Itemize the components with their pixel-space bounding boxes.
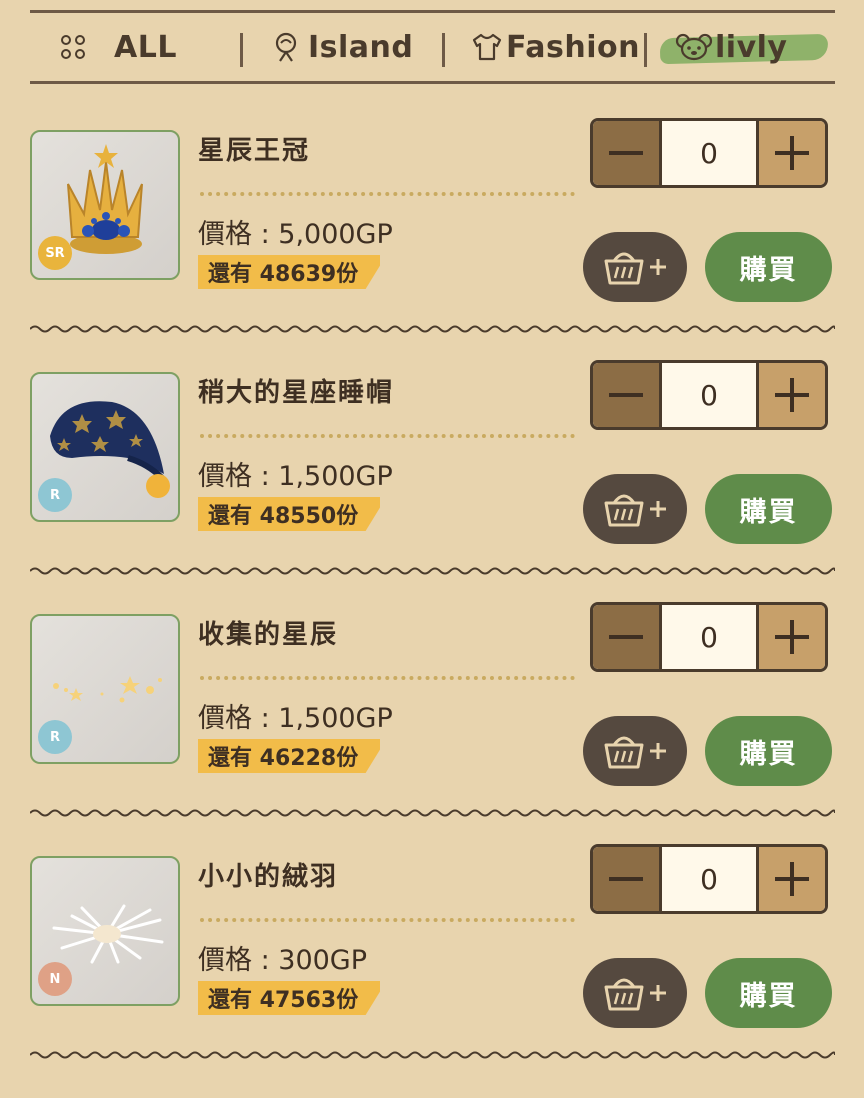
minus-icon <box>609 393 643 397</box>
tab-livly-label: livly <box>715 29 788 65</box>
quantity-value[interactable]: 0 <box>662 847 756 911</box>
tab-all-label: ALL <box>114 29 177 65</box>
increment-button[interactable] <box>756 121 825 185</box>
stock-badge: 還有 46228份 <box>198 739 381 773</box>
tab-island[interactable]: Island <box>270 13 413 81</box>
decrement-button[interactable] <box>593 363 662 427</box>
basket-plus-icon <box>604 736 666 769</box>
item-price: 價格 : 300GP <box>198 945 368 976</box>
item-thumbnail[interactable]: R <box>30 372 180 522</box>
minus-icon <box>609 151 643 155</box>
increment-button[interactable] <box>756 847 825 911</box>
buy-button[interactable]: 購買 <box>705 232 832 302</box>
shop-item: SR 星辰王冠 價格 : 5,000GP 還有 48639份 0 購買 <box>0 118 864 372</box>
category-tabbar: ALL Island Fashion livly <box>30 10 835 84</box>
quantity-stepper: 0 <box>590 118 828 188</box>
item-thumbnail[interactable]: N <box>30 856 180 1006</box>
tab-fashion-label: Fashion <box>506 29 640 65</box>
item-name: 稍大的星座睡帽 <box>198 378 395 408</box>
increment-button[interactable] <box>756 363 825 427</box>
item-thumbnail[interactable]: R <box>30 614 180 764</box>
add-to-basket-button[interactable] <box>583 474 687 544</box>
tab-all[interactable]: ALL <box>58 13 177 81</box>
livly-face-icon <box>675 32 713 62</box>
rarity-badge: R <box>38 720 72 754</box>
basket-plus-icon <box>604 978 666 1011</box>
item-name: 星辰王冠 <box>198 136 311 166</box>
tab-divider <box>644 33 647 67</box>
item-thumbnail[interactable]: SR <box>30 130 180 280</box>
add-to-basket-button[interactable] <box>583 716 687 786</box>
decrement-button[interactable] <box>593 605 662 669</box>
quantity-value[interactable]: 0 <box>662 363 756 427</box>
tab-fashion[interactable]: Fashion <box>470 13 640 81</box>
tree-icon <box>270 31 302 63</box>
stock-badge: 還有 48550份 <box>198 497 381 531</box>
increment-button[interactable] <box>756 605 825 669</box>
minus-icon <box>609 877 643 881</box>
rarity-badge: N <box>38 962 72 996</box>
dotted-separator <box>200 434 575 438</box>
shop-item: R 稍大的星座睡帽 價格 : 1,500GP 還有 48550份 0 購買 <box>0 360 864 614</box>
shop-item: R 收集的星辰 價格 : 1,500GP 還有 46228份 0 購買 <box>0 602 864 856</box>
wave-divider <box>30 809 835 817</box>
tab-divider <box>442 33 445 67</box>
plus-icon <box>775 378 809 412</box>
item-name: 小小的絨羽 <box>198 862 339 892</box>
plus-icon <box>775 862 809 896</box>
item-price: 價格 : 1,500GP <box>198 703 393 734</box>
rarity-badge: SR <box>38 236 72 270</box>
basket-plus-icon <box>604 252 666 285</box>
buy-button[interactable]: 購買 <box>705 716 832 786</box>
dotted-separator <box>200 192 575 196</box>
grid-dots-icon <box>58 32 88 62</box>
quantity-stepper: 0 <box>590 844 828 914</box>
dotted-separator <box>200 918 575 922</box>
quantity-value[interactable]: 0 <box>662 605 756 669</box>
tab-livly[interactable]: livly <box>675 13 787 81</box>
add-to-basket-button[interactable] <box>583 958 687 1028</box>
decrement-button[interactable] <box>593 847 662 911</box>
decrement-button[interactable] <box>593 121 662 185</box>
tab-island-label: Island <box>308 29 414 65</box>
plus-icon <box>775 620 809 654</box>
stock-badge: 還有 48639份 <box>198 255 381 289</box>
buy-button[interactable]: 購買 <box>705 474 832 544</box>
wave-divider <box>30 325 835 333</box>
wave-divider <box>30 1051 835 1059</box>
item-name: 收集的星辰 <box>198 620 339 650</box>
shop-item: N 小小的絨羽 價格 : 300GP 還有 47563份 0 購買 <box>0 844 864 1098</box>
dotted-separator <box>200 676 575 680</box>
wave-divider <box>30 567 835 575</box>
item-price: 價格 : 5,000GP <box>198 219 393 250</box>
buy-button[interactable]: 購買 <box>705 958 832 1028</box>
rarity-badge: R <box>38 478 72 512</box>
basket-plus-icon <box>604 494 666 527</box>
add-to-basket-button[interactable] <box>583 232 687 302</box>
item-price: 價格 : 1,500GP <box>198 461 393 492</box>
plus-icon <box>775 136 809 170</box>
shirt-icon <box>470 32 504 62</box>
minus-icon <box>609 635 643 639</box>
quantity-stepper: 0 <box>590 602 828 672</box>
stock-badge: 還有 47563份 <box>198 981 381 1015</box>
quantity-value[interactable]: 0 <box>662 121 756 185</box>
quantity-stepper: 0 <box>590 360 828 430</box>
tab-divider <box>240 33 243 67</box>
